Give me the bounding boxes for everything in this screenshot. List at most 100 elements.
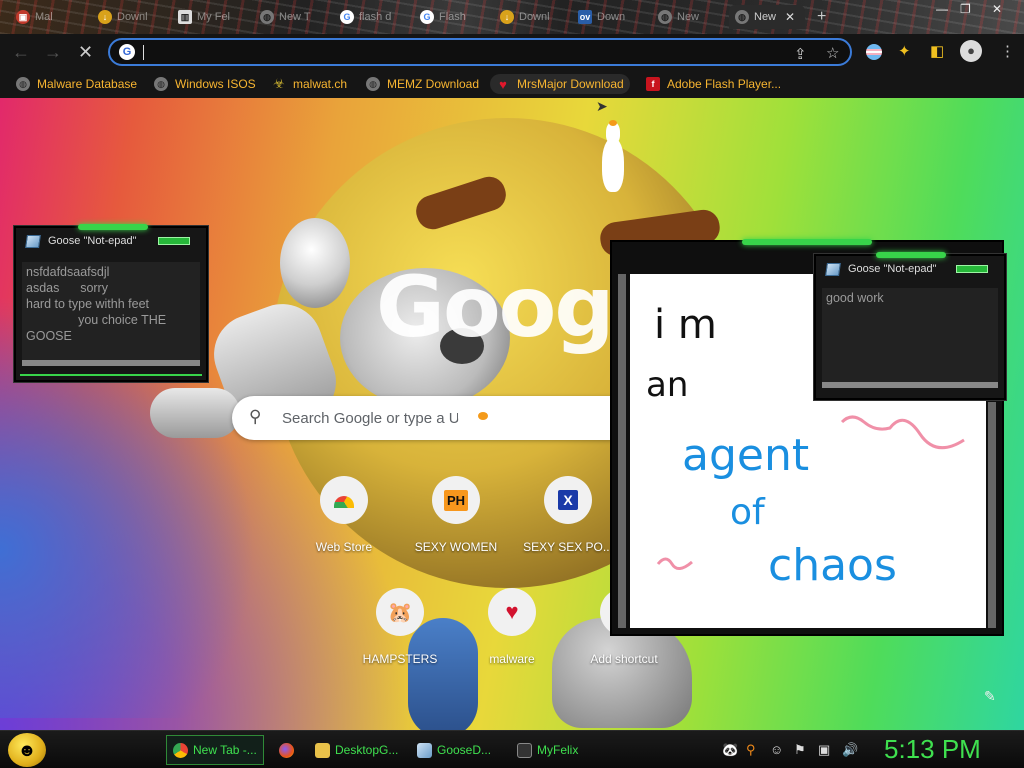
notepad-icon — [25, 234, 41, 248]
drawing-line: chaos — [768, 540, 897, 591]
shortcut-tile[interactable]: ♥ malware — [456, 588, 568, 666]
tab-label: Flash — [439, 11, 466, 23]
shortcut-tile[interactable]: X SEXY SEX PO... — [512, 476, 624, 554]
stop-loading-icon[interactable]: ✕ — [78, 42, 93, 63]
notepad-icon — [825, 262, 841, 276]
menu-kebab-icon[interactable]: ⋮ — [1000, 42, 1015, 60]
bookmark-star-icon[interactable]: ☆ — [826, 44, 839, 62]
tray-flag-icon[interactable]: ⚑ — [794, 742, 806, 758]
bookmark-item[interactable]: ◍ Malware Database — [10, 74, 143, 94]
tab-label: Downl — [117, 11, 148, 23]
browser-tab-active[interactable]: ◍ New ✕ — [729, 5, 805, 29]
bookmark-item[interactable]: ☣ malwat.ch — [266, 74, 353, 94]
browser-tab[interactable]: ▣ Mal — [10, 5, 85, 29]
tray-volume-icon[interactable]: 🔊 — [842, 742, 858, 758]
browser-tab[interactable]: ↓ Downl — [92, 5, 167, 29]
shortcut-tile[interactable]: 🐹 HAMPSTERS — [344, 588, 456, 666]
globe-icon: ◍ — [16, 77, 30, 91]
taskbar: ☻ New Tab -... DesktopG... GooseD... MyF… — [0, 730, 1024, 768]
taskbar-item-label: DesktopG... — [335, 743, 399, 757]
notepad-icon — [417, 742, 432, 758]
newtab-search-box[interactable]: ⚲ — [232, 396, 632, 440]
share-icon[interactable]: ⇪ — [794, 45, 807, 63]
address-input[interactable] — [146, 42, 786, 62]
shortcut-label: SEXY WOMEN — [414, 540, 498, 554]
puzzle-extensions-icon[interactable]: ✦ — [898, 42, 911, 60]
side-panel-icon[interactable]: ◧ — [930, 42, 944, 60]
globe-favicon: ◍ — [260, 10, 274, 24]
google-favicon: G — [340, 10, 354, 24]
browser-tab[interactable]: ov Down — [572, 5, 652, 29]
tray-smiley-icon[interactable]: ☺ — [770, 742, 783, 757]
start-smiley-button[interactable]: ☻ — [8, 733, 46, 767]
shortcut-tile[interactable]: Web Store — [288, 476, 400, 554]
bookmark-item[interactable]: f Adobe Flash Player... — [640, 74, 787, 94]
desktop-goose[interactable] — [458, 390, 494, 436]
drawing-line: an — [646, 365, 688, 405]
restore-icon[interactable]: ❐ — [960, 2, 971, 16]
biohazard-icon: ☣ — [273, 76, 285, 91]
taskbar-item[interactable] — [272, 735, 304, 765]
globe-icon: ◍ — [154, 77, 168, 91]
taskbar-item[interactable]: MyFelix — [510, 735, 606, 765]
browser-tab[interactable]: ▥ My Fel — [172, 5, 252, 29]
taskbar-item[interactable]: GooseD... — [410, 735, 506, 765]
tray-panda-icon[interactable]: 🐼 — [722, 742, 738, 758]
window-side-bar — [618, 274, 626, 628]
notepad-text-area[interactable]: nsfdafdsaafsdjl asdas sorry hard to type… — [22, 262, 200, 366]
forward-arrow-icon[interactable]: → — [44, 42, 62, 63]
notepad-text-area[interactable]: good work — [822, 288, 998, 388]
bookmark-label: Windows ISOS — [175, 77, 256, 91]
shortcut-label: malware — [489, 652, 535, 666]
close-window-icon[interactable]: ✕ — [992, 2, 1002, 16]
goose-notepad-window[interactable]: Goose "Not-epad" good work — [814, 252, 1006, 400]
goose-notepad-window[interactable]: Goose "Not-epad" nsfdafdsaafsdjl asdas s… — [14, 224, 208, 382]
x-logo-icon: X — [544, 476, 592, 524]
taskbar-item[interactable]: DesktopG... — [308, 735, 404, 765]
tab-label: New — [754, 11, 777, 23]
globe-favicon: ◍ — [658, 10, 672, 24]
minimize-icon[interactable]: — — [936, 2, 948, 16]
taskbar-item-label: MyFelix — [537, 743, 579, 757]
browser-tab[interactable]: ◍ New T — [254, 5, 334, 29]
flag-extension-icon[interactable] — [866, 44, 882, 60]
google-favicon: G — [420, 10, 434, 24]
google-g-icon: G — [119, 44, 135, 60]
profile-avatar-icon[interactable]: ● — [960, 40, 982, 62]
pink-scribble — [840, 415, 965, 450]
tray-search-icon[interactable]: ⚲ — [746, 742, 756, 758]
chrome-icon — [173, 742, 188, 758]
bookmark-item[interactable]: ◍ MEMZ Download — [360, 74, 485, 94]
customize-pencil-icon[interactable]: ✎ — [984, 688, 996, 705]
back-arrow-icon[interactable]: ← — [12, 42, 30, 63]
shortcut-tile[interactable]: PH SEXY WOMEN — [400, 476, 512, 554]
shortcut-label: Web Store — [315, 540, 373, 554]
bookmark-item[interactable]: ♥ MrsMajor Download — [490, 74, 630, 94]
desktop-goose[interactable] — [598, 118, 628, 192]
chrome-tab-favicon: ▣ — [16, 10, 30, 24]
newtab-search-input[interactable] — [282, 406, 612, 430]
shortcut-label: Add shortcut — [590, 652, 658, 666]
cat-icon — [517, 742, 532, 758]
close-tab-icon[interactable]: ✕ — [785, 10, 795, 24]
shortcut-label: SEXY SEX PO... — [523, 540, 613, 554]
tab-strip: ▣ Mal ↓ Downl ▥ My Fel ◍ New T G flash d… — [0, 0, 1024, 34]
taskbar-item[interactable]: New Tab -... — [166, 735, 264, 765]
webstore-icon — [320, 476, 368, 524]
heart-icon: ♥ — [488, 588, 536, 636]
browser-tab[interactable]: ◍ New — [652, 5, 728, 29]
tray-network-icon[interactable]: ▣ — [818, 742, 830, 758]
bookmark-label: MEMZ Download — [387, 77, 480, 91]
taskbar-clock[interactable]: 5:13 PM — [884, 734, 981, 765]
bookmark-label: MrsMajor Download — [517, 77, 624, 91]
browser-tab[interactable]: ↓ Downl — [494, 5, 572, 29]
tab-label: Down — [597, 11, 626, 23]
browser-tab[interactable]: G Flash — [414, 5, 494, 29]
browser-tab[interactable]: G flash d — [334, 5, 414, 29]
tab-label: My Fel — [197, 11, 230, 23]
new-tab-plus-icon[interactable]: + — [817, 8, 826, 26]
bookmark-label: Malware Database — [37, 77, 138, 91]
address-bar[interactable]: G ⇪ ☆ — [108, 38, 852, 66]
bookmark-item[interactable]: ◍ Windows ISOS — [148, 74, 262, 94]
tab-label: Mal — [35, 11, 53, 23]
